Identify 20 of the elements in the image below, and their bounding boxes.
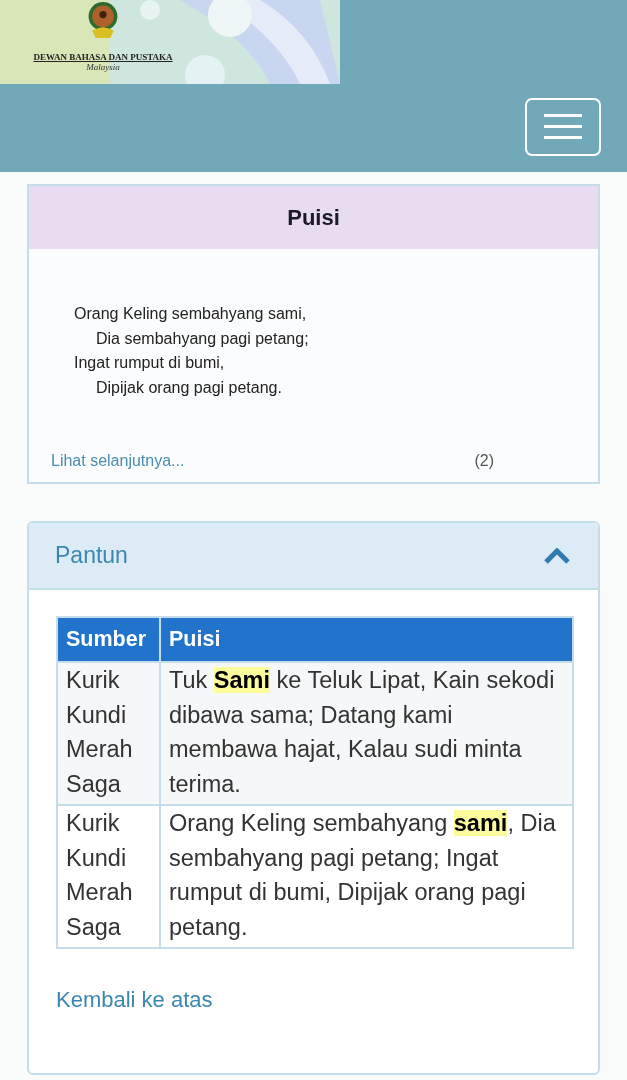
poem-line: Orang Keling sembahyang sami, <box>74 304 308 324</box>
panel-title: Pantun <box>55 542 128 569</box>
menu-icon <box>544 114 582 140</box>
poem-line: Ingat rumput di bumi, <box>74 353 226 373</box>
panel-header[interactable]: Pantun <box>29 523 598 590</box>
logo-subtitle: Malaysia <box>86 62 120 72</box>
table-cell: Orang Keling sembahyang sami, Dia sembahyang pagi petang; Ingat rumput di bumi, Dipijak orang pagi petang. <box>160 805 573 948</box>
logo-text: DEWAN BAHASA DAN PUSTAKA <box>33 52 173 62</box>
result-count: (2) <box>474 452 494 471</box>
poem-line: Dipijak orang pagi petang. <box>95 377 283 398</box>
card-title: Puisi <box>287 204 340 231</box>
see-more-link[interactable]: Lihat selanjutnya... <box>51 452 185 482</box>
table-cell: Kurik Kundi Merah Saga <box>57 805 160 948</box>
poem-line: Dia sembahyang pagi petang; <box>95 328 310 349</box>
table-cell: Tuk Sami ke Teluk Lipat, Kain sekodi dibawa sama; Datang kami membawa hajat, Kalau sudi minta terima. <box>160 662 573 805</box>
column-header: Sumber <box>57 617 160 662</box>
back-to-top-link[interactable]: Kembali ke atas <box>56 987 571 1013</box>
column-header: Puisi <box>160 617 573 662</box>
menu-button[interactable] <box>525 98 601 156</box>
table-cell: Kurik Kundi Merah Saga <box>57 662 160 805</box>
